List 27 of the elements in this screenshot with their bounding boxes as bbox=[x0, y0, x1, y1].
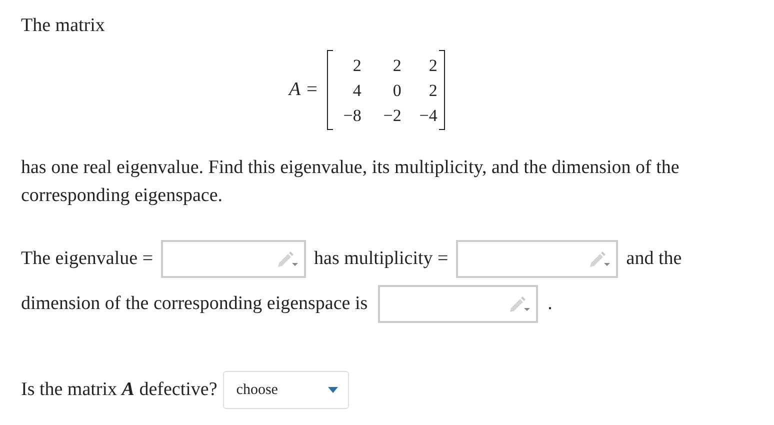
matrix-name: A bbox=[289, 79, 301, 101]
answer-text: . bbox=[548, 292, 552, 314]
answer-field[interactable] bbox=[378, 284, 538, 322]
equals-sign: = bbox=[306, 79, 318, 101]
matrix-entry: 4 bbox=[352, 80, 362, 102]
problem-text: has one real eigenvalue. Find this eigenvalue, its multiplicity, and the dimension of the corresponding eigenspace. bbox=[21, 156, 680, 208]
matrix-entry: 2 bbox=[428, 54, 438, 76]
answer-text: and the bbox=[626, 248, 682, 270]
dropdown[interactable]: choose bbox=[223, 371, 350, 409]
answer-text: has multiplicity = bbox=[314, 248, 448, 270]
intro-text: The matrix bbox=[21, 14, 106, 38]
answer-field[interactable] bbox=[456, 240, 618, 278]
pencil-icon bbox=[588, 250, 610, 266]
answer-text: dimension of the corresponding eigenspace is bbox=[21, 292, 368, 314]
matrix-entry: −8 bbox=[342, 104, 362, 126]
matrix-entry: 0 bbox=[392, 80, 402, 102]
matrix-entry: 2 bbox=[392, 54, 402, 76]
matrix-entry: −2 bbox=[382, 104, 402, 126]
answer-field[interactable] bbox=[161, 240, 306, 278]
matrix-entry: −4 bbox=[418, 104, 438, 126]
pencil-icon bbox=[276, 250, 298, 266]
caret-icon bbox=[328, 387, 338, 393]
answer-text: The eigenvalue = bbox=[21, 248, 154, 270]
question-text: Is the matrix A defective? bbox=[21, 379, 218, 401]
pencil-icon bbox=[508, 296, 530, 312]
matrix-entry: 2 bbox=[352, 54, 362, 76]
matrix-entry: 2 bbox=[428, 80, 438, 102]
